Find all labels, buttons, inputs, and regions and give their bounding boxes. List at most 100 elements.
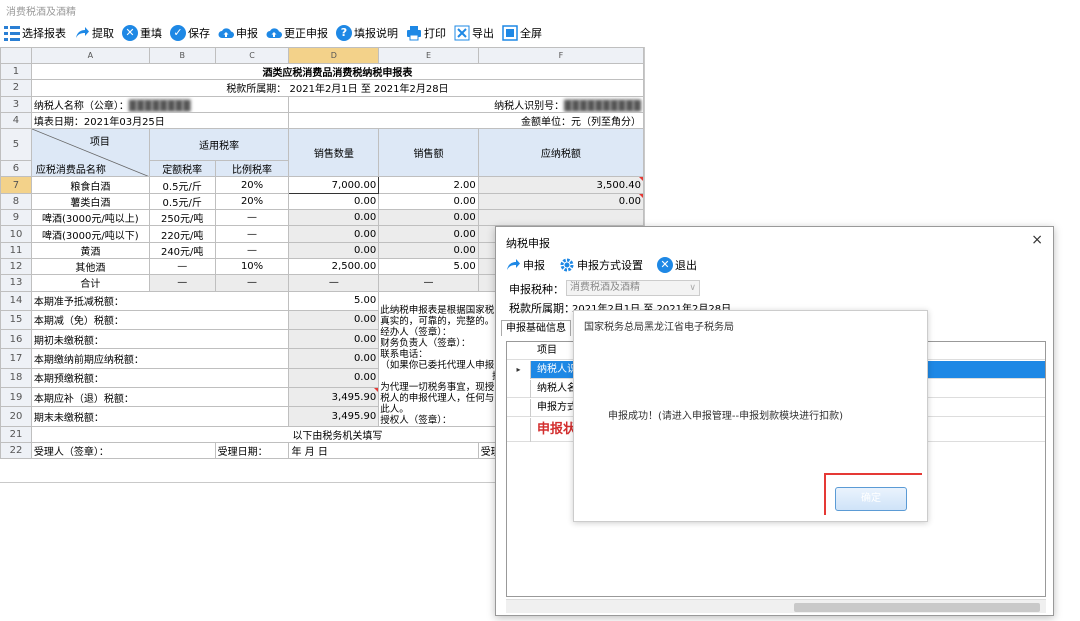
corner-cell[interactable] <box>0 47 32 64</box>
row-header[interactable]: 2 <box>0 79 32 97</box>
print-button[interactable]: 打印 <box>406 22 446 44</box>
product-name: 粮食白酒 <box>30 176 150 194</box>
fullscreen-button[interactable]: 全屏 <box>502 22 542 44</box>
receiver-label: 受理人（签章）： <box>30 441 216 460</box>
row-header[interactable]: 4 <box>0 111 32 130</box>
sales-qty-input[interactable]: 0.00 <box>288 241 380 259</box>
close-icon[interactable]: × <box>1031 232 1043 248</box>
row-header[interactable]: 16 <box>0 329 32 350</box>
scrollbar-thumb[interactable] <box>794 603 1040 612</box>
row-header[interactable]: 12 <box>0 257 32 276</box>
form-title: 酒类应税消费品消费税纳税申报表 <box>30 62 644 81</box>
summary-value[interactable]: 0.00 <box>288 309 380 331</box>
row-header[interactable]: 8 <box>0 192 32 211</box>
window-title: 消费税酒及酒精 <box>6 7 76 18</box>
export-button[interactable]: 导出 <box>454 22 494 44</box>
sales-qty-input[interactable]: 7,000.00 <box>288 176 380 194</box>
sales-amount-input[interactable]: 0.00 <box>378 225 479 243</box>
correct-declare-button[interactable]: 更正申报 <box>266 22 328 44</box>
refill-button[interactable]: ✕ 重填 <box>122 22 162 44</box>
summary-label: 本期准予抵减税额： <box>30 290 290 311</box>
row-header[interactable]: 5 <box>0 128 32 162</box>
summary-value[interactable]: 5.00 <box>288 290 380 311</box>
declare-button[interactable]: 申报 <box>218 22 258 44</box>
product-name: 合计 <box>30 274 150 292</box>
row-header[interactable]: 3 <box>0 95 32 113</box>
header-pct-rate: 比例税率 <box>214 160 290 178</box>
fixed-rate: 0.5元/斤 <box>148 192 216 211</box>
excel-icon <box>454 25 470 41</box>
redo-icon <box>505 257 521 273</box>
grid-header-item: 项目 <box>537 345 557 356</box>
row-header[interactable]: 17 <box>0 348 32 369</box>
total-qty: — <box>288 274 380 292</box>
total-amount: — <box>378 274 479 292</box>
column-header-b[interactable]: B <box>148 47 216 64</box>
sales-amount-input[interactable]: 0.00 <box>378 192 479 211</box>
sales-qty-input[interactable]: 0.00 <box>288 225 380 243</box>
help-button[interactable]: ? 填报说明 <box>336 22 398 44</box>
row-header[interactable]: 10 <box>0 225 32 243</box>
horizontal-scrollbar[interactable] <box>506 599 1046 613</box>
select-report-button[interactable]: 选择报表 <box>4 22 66 44</box>
fixed-rate: 250元/吨 <box>148 209 216 227</box>
row-header[interactable]: 18 <box>0 367 32 388</box>
sales-amount-input[interactable]: 2.00 <box>378 176 479 194</box>
receive-date-value: 年 月 日 <box>288 441 479 460</box>
row-header[interactable]: 14 <box>0 290 32 311</box>
row-header[interactable]: 13 <box>0 274 32 292</box>
product-row: 7 粮食白酒 0.5元/斤 20% 7,000.00 2.00 3,500.40 <box>0 176 644 194</box>
taxpayer-name-label: 纳税人名称（公章）： <box>33 100 129 112</box>
sheet-row: 2 税款所属期： 2021年2月1日 至 2021年2月28日 <box>0 79 644 97</box>
summary-value[interactable]: 0.00 <box>288 329 380 350</box>
cloud-upload-icon <box>266 25 283 41</box>
declare-settings-button[interactable]: 申报方式设置 <box>559 254 643 276</box>
sales-amount-input[interactable]: 0.00 <box>378 209 479 227</box>
row-header[interactable]: 19 <box>0 386 32 408</box>
row-header[interactable]: 20 <box>0 406 32 427</box>
sales-qty-input[interactable]: 0.00 <box>288 209 380 227</box>
sales-amount-input[interactable]: 5.00 <box>378 257 479 276</box>
tax-payable <box>477 209 644 227</box>
row-header[interactable]: 21 <box>0 425 32 443</box>
pct-rate: 20% <box>214 192 290 211</box>
exit-button[interactable]: ✕ 退出 <box>657 254 697 276</box>
fixed-rate: — <box>148 274 216 292</box>
extract-button[interactable]: 提取 <box>74 22 114 44</box>
row-header[interactable]: 1 <box>0 62 32 81</box>
row-header[interactable]: 7 <box>0 176 32 194</box>
summary-value[interactable]: 0.00 <box>288 348 380 369</box>
tab-basic-info[interactable]: 申报基础信息 <box>501 320 571 336</box>
column-header-f[interactable]: F <box>477 47 644 64</box>
taxpayer-id-redacted: ██████████ <box>564 100 641 112</box>
fixed-rate: 220元/吨 <box>148 225 216 243</box>
column-header-d[interactable]: D <box>288 47 380 64</box>
summary-value[interactable]: 3,495.90 <box>288 386 380 408</box>
sales-amount-input[interactable]: 0.00 <box>378 241 479 259</box>
column-header-e[interactable]: E <box>378 47 479 64</box>
dialog-declare-button[interactable]: 申报 <box>505 254 545 276</box>
sales-qty-input[interactable]: 2,500.00 <box>288 257 380 276</box>
summary-label: 本期预缴税额： <box>30 367 290 388</box>
column-header-a[interactable]: A <box>30 47 150 64</box>
error-marker <box>639 178 643 182</box>
summary-value[interactable]: 0.00 <box>288 367 380 388</box>
summary-label: 本期应补（退）税额： <box>30 386 290 408</box>
error-marker <box>639 194 643 198</box>
sales-qty-input[interactable]: 0.00 <box>288 192 380 211</box>
save-button[interactable]: ✓ 保存 <box>170 22 210 44</box>
row-header[interactable]: 15 <box>0 309 32 331</box>
list-icon <box>4 25 20 41</box>
summary-value[interactable]: 3,495.90 <box>288 406 380 427</box>
ok-button[interactable]: 确定 <box>835 487 907 511</box>
header-sales-amount: 销售额 <box>378 128 479 178</box>
product-row: 9 啤酒(3000元/吨以上) 250元/吨 — 0.00 0.00 <box>0 209 644 227</box>
row-header[interactable]: 22 <box>0 441 32 460</box>
row-header[interactable]: 9 <box>0 209 32 227</box>
fill-date: 填表日期：2021年03月25日 <box>30 111 290 130</box>
column-header-c[interactable]: C <box>214 47 290 64</box>
tax-type-select[interactable]: 消费税酒及酒精 ∨ <box>566 280 700 296</box>
item-diagonal-header: 项目 应税消费品名称 <box>30 128 150 178</box>
row-header[interactable]: 6 <box>0 160 32 178</box>
row-header[interactable]: 11 <box>0 241 32 259</box>
